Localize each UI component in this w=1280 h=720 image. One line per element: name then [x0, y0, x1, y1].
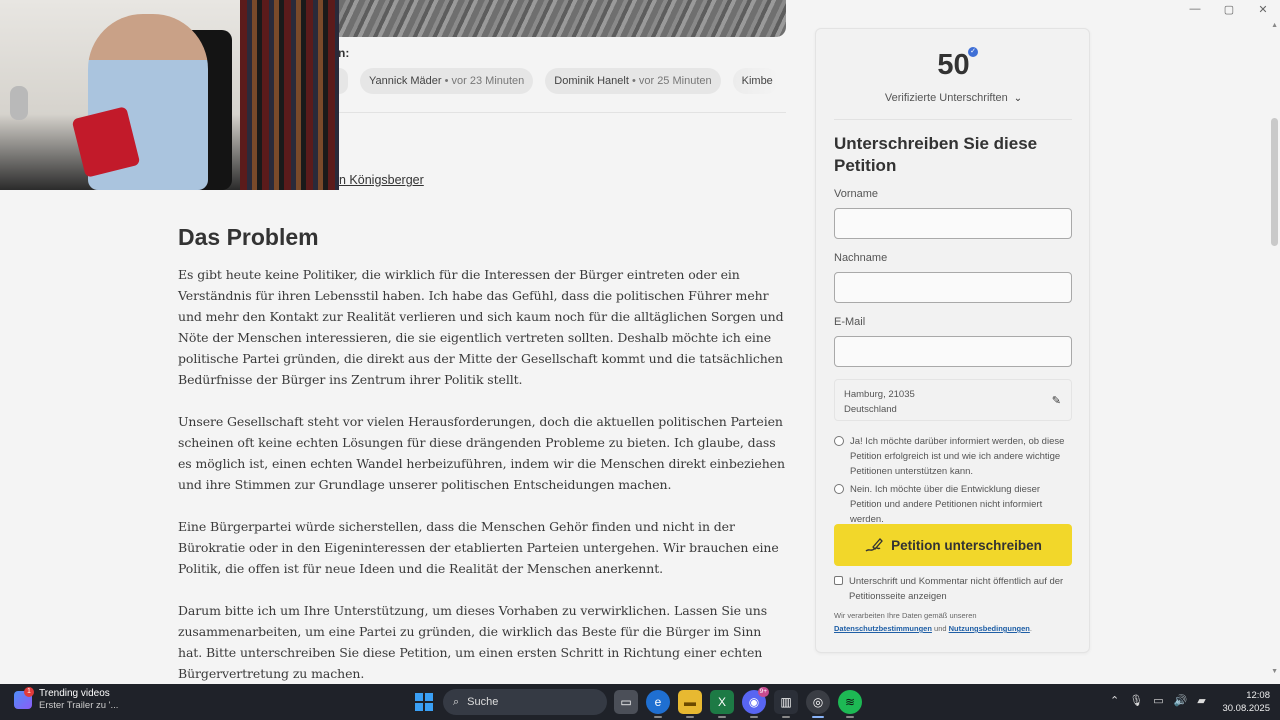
notify-yes-option[interactable]: Ja! Ich möchte darüber informiert werden… [834, 434, 1072, 479]
email-field[interactable] [834, 336, 1072, 367]
legal-prefix: Wir verarbeiten Ihre Daten gemäß unseren [834, 611, 977, 620]
taskbar-apps: ▭ e ▬ X ◉ 9+ ▥ ◎ ≋ [614, 687, 862, 718]
petition-author-link[interactable]: n Königsberger [339, 173, 424, 187]
verified-signatures-toggle[interactable]: Verifizierte Unterschriften ⌄ [816, 92, 1091, 104]
windows-start-icon[interactable] [415, 693, 433, 711]
sign-form-title: Unterschreiben Sie diese Petition [834, 134, 1038, 175]
location-box: Hamburg, 21035 Deutschland ✎ [834, 379, 1072, 421]
supporter-name: Dominik Hanelt [554, 75, 629, 87]
news-widget[interactable]: 1 Trending videos Erster Trailer zu '... [14, 687, 119, 712]
location-city: Hamburg, 21035 [844, 389, 915, 400]
supporter-chip: Kimbe [732, 68, 779, 94]
chevron-down-icon: ⌄ [1013, 93, 1023, 104]
hide-signature-checkbox[interactable] [834, 576, 843, 585]
spotify-icon[interactable]: ≋ [838, 690, 862, 718]
petition-description: Das Problem Es gibt heute keine Politike… [178, 224, 786, 705]
maximize-icon[interactable]: ▢ [1212, 0, 1246, 18]
article-paragraph: Unsere Gesellschaft steht vor vielen Her… [178, 414, 785, 492]
terms-link[interactable]: Nutzungsbedingungen [949, 624, 1030, 633]
edit-pencil-icon[interactable]: ✎ [1052, 394, 1061, 407]
minimize-icon[interactable]: — [1178, 0, 1212, 18]
notify-no-label: Nein. Ich möchte über die Entwicklung di… [850, 484, 1043, 525]
clock-time: 12:08 [1246, 690, 1270, 701]
news-badge: 1 [24, 687, 34, 697]
notify-yes-radio[interactable] [834, 436, 844, 446]
taskbar-search[interactable]: ⌕ Suche [443, 689, 607, 715]
hide-signature-option[interactable]: Unterschrift und Kommentar nicht öffentl… [834, 574, 1072, 604]
task-view-icon[interactable]: ▭ [614, 690, 638, 714]
scroll-down-icon[interactable]: ▼ [1271, 668, 1278, 675]
discord-icon[interactable]: ◉ 9+ [742, 687, 769, 718]
card-divider [834, 119, 1072, 120]
microphone-icon[interactable]: 🎙 [1129, 694, 1143, 707]
notify-no-radio[interactable] [834, 484, 844, 494]
legal-notice: Wir verarbeiten Ihre Daten gemäß unseren… [834, 609, 1072, 635]
hide-signature-label: Unterschrift und Kommentar nicht öffentl… [849, 576, 1064, 602]
recent-supporters-label: n: [338, 46, 350, 60]
supporter-chip: Dominik Hanelt • vor 25 Minuten [545, 68, 721, 94]
sign-button-label: Petition unterschreiben [891, 537, 1042, 553]
supporter-time: • vor 25 Minuten [628, 75, 712, 87]
supporter-name: Kimbe [741, 75, 773, 87]
news-title: Trending videos [39, 688, 110, 699]
last-name-label: Nachname [834, 252, 888, 264]
scroll-up-icon[interactable]: ▲ [1271, 22, 1278, 29]
taskbar-clock[interactable]: 12:08 30.08.2025 [1222, 689, 1270, 715]
app-grid-icon[interactable]: ▥ [774, 690, 798, 718]
article-paragraph: Es gibt heute keine Politiker, die wirkl… [178, 267, 784, 387]
sign-petition-card: 50 ✓ Verifizierte Unterschriften ⌄ Unters… [815, 28, 1090, 653]
news-subtitle: Erster Trailer zu '... [39, 700, 119, 711]
supporter-time: • vor 23 Minuten [441, 75, 525, 87]
webcam-shelf [240, 0, 339, 190]
notify-yes-label: Ja! Ich möchte darüber informiert werden… [850, 436, 1065, 477]
excel-icon[interactable]: X [710, 690, 734, 718]
scrollbar-thumb[interactable] [1271, 118, 1278, 246]
supporter-chip [339, 68, 348, 94]
search-icon: ⌕ [453, 695, 460, 708]
first-name-label: Vorname [834, 188, 879, 200]
email-label: E-Mail [834, 316, 866, 328]
close-icon[interactable]: ✕ [1246, 0, 1280, 18]
clock-date: 30.08.2025 [1222, 703, 1270, 714]
problem-heading: Das Problem [178, 224, 319, 250]
battery-icon[interactable]: ▰ [1197, 694, 1205, 707]
search-label: Suche [467, 696, 499, 708]
notify-no-option[interactable]: Nein. Ich möchte über die Entwicklung di… [834, 482, 1072, 527]
window-controls: — ▢ ✕ [1178, 0, 1280, 18]
discord-badge: 9+ [757, 687, 769, 697]
signature-pen-icon [865, 538, 883, 552]
edge-icon[interactable]: e [646, 690, 670, 718]
last-name-field[interactable] [834, 272, 1072, 303]
article-paragraph: Darum bitte ich um Ihre Unterstützung, u… [178, 603, 768, 681]
sign-petition-button[interactable]: Petition unterschreiben [834, 524, 1072, 566]
system-tray: ⌃ 🎙 ▭ 🔊 ▰ [1110, 694, 1206, 707]
article-paragraph: Eine Bürgerpartei würde sicherstellen, d… [178, 519, 779, 576]
recent-supporters-list: Yannick Mäder • vor 23 Minuten Dominik H… [339, 68, 786, 94]
webcam-overlay [0, 0, 339, 190]
verified-check-icon: ✓ [968, 47, 978, 57]
privacy-policy-link[interactable]: Datenschutzbestimmungen [834, 624, 932, 633]
location-country: Deutschland [844, 404, 897, 415]
supporter-name: Yannick Mäder [369, 75, 442, 87]
file-explorer-icon[interactable]: ▬ [678, 690, 702, 718]
legal-and: und [931, 624, 949, 633]
verified-signatures-label: Verifizierte Unterschriften [884, 92, 1008, 104]
windows-taskbar: 1 Trending videos Erster Trailer zu '...… [0, 684, 1280, 720]
widgets-icon: 1 [14, 687, 34, 709]
tray-expand-icon[interactable]: ⌃ [1110, 694, 1119, 707]
supporter-chip: Yannick Mäder • vor 23 Minuten [360, 68, 534, 94]
network-icon[interactable]: ▭ [1153, 694, 1163, 707]
signature-count: 50 [937, 49, 970, 81]
volume-icon[interactable]: 🔊 [1174, 694, 1188, 707]
chrome-icon[interactable]: ◎ [806, 690, 830, 718]
webcam-microphone [10, 86, 28, 120]
legal-suffix: . [1029, 624, 1032, 633]
first-name-field[interactable] [834, 208, 1072, 239]
section-divider [339, 112, 786, 113]
